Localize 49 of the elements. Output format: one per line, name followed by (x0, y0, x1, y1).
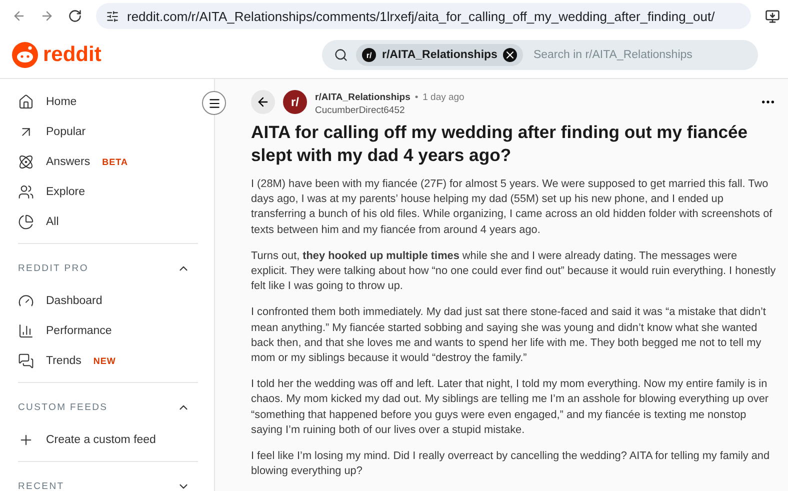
people-icon (18, 184, 34, 200)
sidebar-item[interactable]: Trends NEW (18, 346, 198, 376)
plus-icon (18, 432, 34, 448)
subreddit-name[interactable]: r/AITA_Relationships (315, 92, 410, 103)
subreddit-icon: r/ (362, 48, 376, 62)
pie-chart-icon (18, 214, 34, 230)
sidebar-item[interactable]: Popular (18, 117, 198, 147)
menu-button[interactable] (202, 91, 226, 115)
close-icon (503, 48, 518, 62)
bar-chart-icon (18, 323, 34, 339)
post-title: AITA for calling off my wedding after finding out my fiancée slept with my dad 4 years ago? (251, 121, 749, 167)
sidebar-item[interactable]: Home (18, 87, 198, 117)
sidebar-item[interactable]: Performance (18, 316, 198, 346)
back-icon (256, 94, 270, 108)
post-paragraph: I told her the wedding was off and left. Later that night, I told my mom everything. Now my entire family is in chaos. My mom kicked my dad out. My siblings are telling me I’m an asshole for blowing everything up over “something that happened before you guys were even engaged,” and my fiancée is texting me nonstop saying I’m ruining both of our lives over a stupid mistake. (251, 377, 770, 438)
install-icon[interactable] (765, 8, 780, 24)
post-paragraph: I (28M) have been with my fiancée (27F) for almost 5 years. We were supposed to get married this fall. Two days ago, I was at my parents’ house helping my dad (55M) set up his new phone, and I ended up transferring a bunch of his old files. While organizing, I came across an old hidden folder with screenshots of texts between him and my fiancée from around 4 years ago. (251, 177, 774, 238)
sidebar-item[interactable]: Explore (18, 177, 198, 207)
gauge-icon (18, 293, 34, 309)
section-header[interactable]: CUSTOM FEEDS (18, 389, 198, 425)
separator-dot: • (414, 92, 418, 103)
back-button[interactable] (251, 90, 275, 114)
section-header[interactable]: RECENT (18, 468, 198, 491)
badge-label: NEW (93, 356, 116, 366)
sidebar-item[interactable]: All (18, 207, 198, 237)
search-icon (334, 48, 348, 62)
post-paragraph: I confronted them both immediately. My dad just sat there stone-faced and said it was “a mistake that didn’t mean anything.” My fiancée started sobbing and saying she was young and didn’t know what she wanted back then, and that she loves me and wants to spend her life with me. They both begged me not to tell my mom or my siblings because it would “destroy the family.” (251, 305, 767, 366)
post-paragraph: Turns out, they hooked up multiple times while she and I were already dating. The messages were explicit. They were talking about how “no one could ever find out” because it would ruin everything. I honestly felt like I was going to throw up. (251, 248, 776, 294)
forward-icon[interactable] (40, 9, 54, 23)
atom-icon (18, 154, 34, 170)
home-icon (18, 94, 34, 110)
sidebar-item[interactable]: Create a custom feed (18, 425, 198, 455)
section-header[interactable]: REDDIT PRO (18, 250, 198, 286)
menu-icon (208, 96, 220, 110)
chat-bubbles-icon (18, 353, 34, 369)
sidebar-item[interactable]: Dashboard (18, 286, 198, 316)
reload-icon[interactable] (68, 9, 82, 23)
reddit-logo-icon[interactable] (12, 42, 38, 68)
address-bar[interactable]: reddit.com/r/AITA_Relationships/comments/1lrxefj/aita_for_calling_off_my_wedding_after_finding_out/ (96, 3, 751, 29)
sidebar-item[interactable]: Answers BETA (18, 147, 198, 177)
site-settings-icon (106, 10, 119, 22)
post-time: 1 day ago (422, 92, 464, 103)
subreddit-avatar[interactable]: r/ (283, 90, 307, 114)
badge-label: BETA (102, 157, 128, 167)
author-name[interactable]: CucumberDirect6452 (315, 105, 752, 116)
subreddit-chip[interactable]: r/ r/AITA_Relationships (356, 44, 524, 66)
search-field[interactable]: r/ r/AITA_Relationships Search in r/AITA_Relationships (322, 40, 758, 70)
post-paragraph: I feel like I’m losing my mind. Did I really overreact by cancelling the wedding? AITA for telling my family and blowing everything up? (251, 449, 771, 480)
back-icon[interactable] (12, 9, 26, 23)
